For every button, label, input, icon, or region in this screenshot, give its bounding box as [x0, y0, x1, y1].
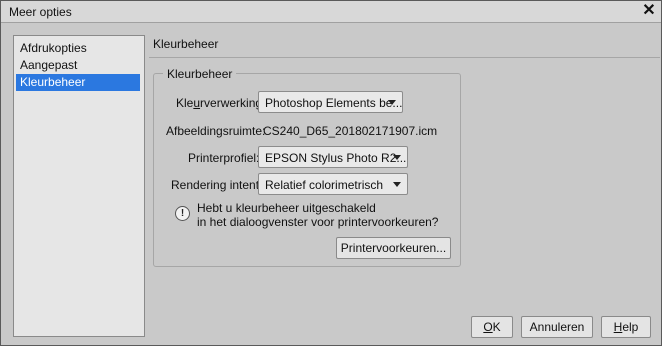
sidebar-item-color-management[interactable]: Kleurbeheer	[16, 74, 140, 91]
header-divider	[149, 57, 660, 58]
cancel-button[interactable]: Annuleren	[521, 316, 593, 338]
info-icon: !	[175, 206, 190, 221]
printer-profile-value: EPSON Stylus Photo R2...	[265, 151, 407, 165]
title-bar[interactable]: Meer opties ✕	[1, 1, 661, 23]
printer-profile-dropdown[interactable]: EPSON Stylus Photo R2...	[258, 146, 408, 168]
info-message: Hebt u kleurbeheer uitgeschakeld in het …	[197, 201, 438, 229]
sidebar: Afdrukopties Aangepast afdrukformaat Kle…	[13, 35, 145, 337]
info-line-2: in het dialoogvenster voor printervoorke…	[197, 215, 439, 229]
ok-button[interactable]: OK	[471, 316, 513, 338]
chevron-down-icon	[393, 155, 401, 160]
more-options-dialog: Meer opties ✕ Afdrukopties Aangepast afd…	[0, 0, 662, 346]
chevron-down-icon	[388, 100, 396, 105]
sidebar-item-print-options[interactable]: Afdrukopties	[16, 40, 140, 57]
color-handling-label: Kleurverwerking	[176, 96, 263, 110]
chevron-down-icon	[393, 182, 401, 187]
image-space-value: CS240_D65_201802171907.icm	[263, 124, 438, 138]
page-title: Kleurbeheer	[153, 37, 219, 51]
close-icon[interactable]: ✕	[641, 2, 657, 20]
rendering-intent-label: Rendering intent:	[171, 178, 263, 192]
printer-preferences-button[interactable]: Printervoorkeuren...	[336, 237, 451, 259]
rendering-intent-dropdown[interactable]: Relatief colorimetrisch	[258, 173, 408, 195]
help-button[interactable]: Help	[601, 316, 651, 338]
color-handling-dropdown[interactable]: Photoshop Elements be...	[258, 91, 403, 113]
sidebar-item-custom-print-size[interactable]: Aangepast afdrukformaat	[16, 57, 140, 89]
info-line-1: Hebt u kleurbeheer uitgeschakeld	[197, 201, 376, 215]
printer-profile-label: Printerprofiel:	[188, 151, 260, 165]
color-handling-value: Photoshop Elements be...	[265, 96, 403, 110]
window-title: Meer opties	[9, 5, 72, 19]
group-title: Kleurbeheer	[163, 67, 237, 81]
rendering-intent-value: Relatief colorimetrisch	[265, 178, 384, 192]
image-space-label: Afbeeldingsruimte:	[166, 124, 266, 138]
